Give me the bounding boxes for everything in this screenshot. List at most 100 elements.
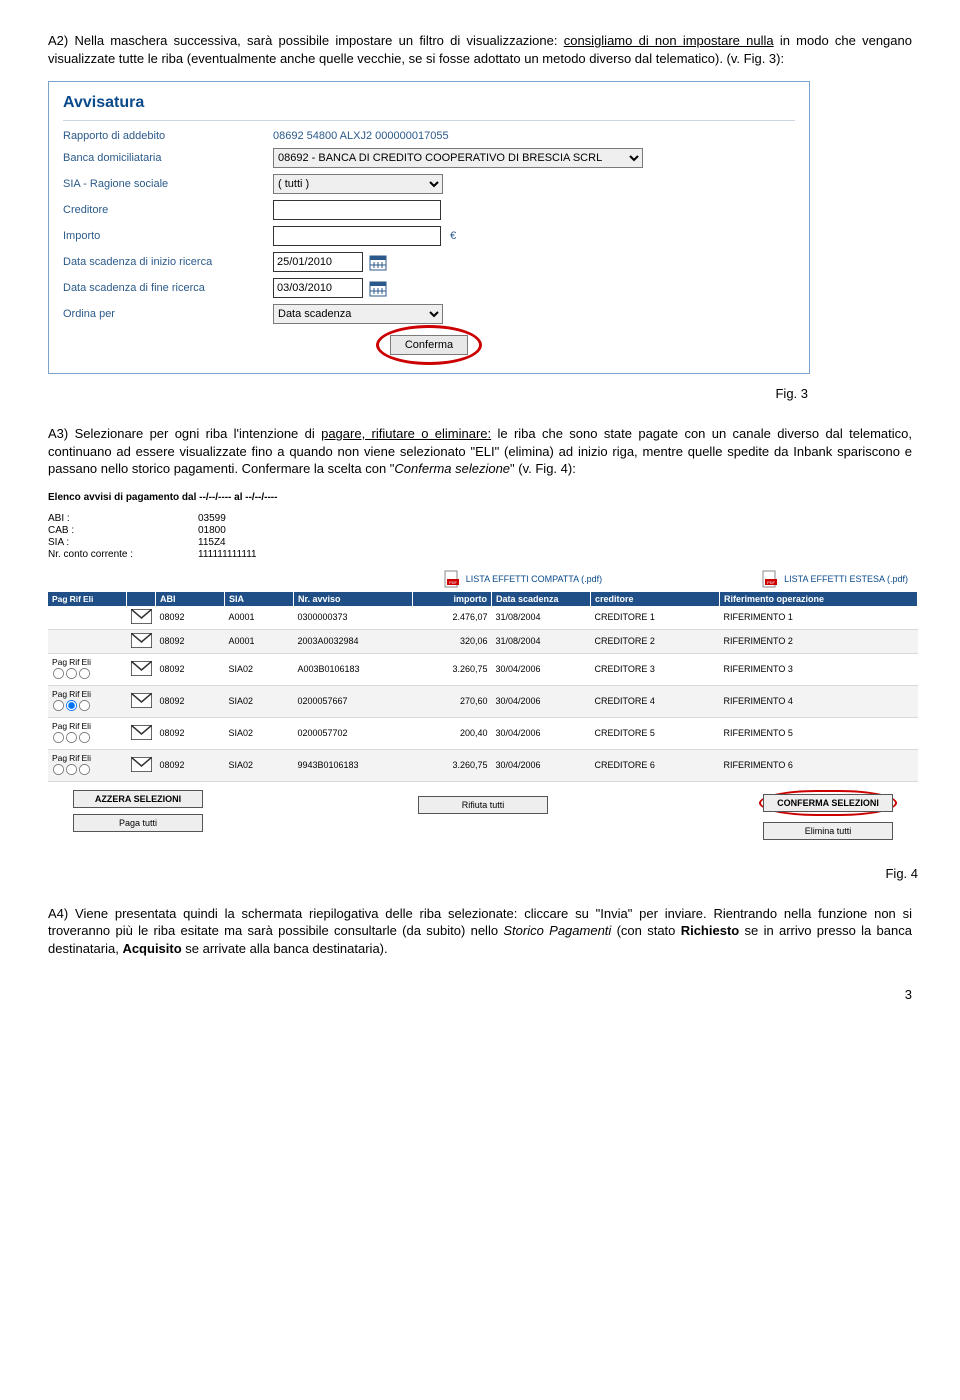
radio-rif[interactable]: [66, 700, 77, 711]
pdf-link-extended[interactable]: PDF LISTA EFFETTI ESTESA (.pdf): [762, 570, 908, 588]
col-cred: creditore: [591, 592, 720, 606]
label-ordina: Ordina per: [63, 308, 273, 320]
label: SIA :: [48, 537, 198, 548]
cell-rif: RIFERIMENTO 1: [720, 606, 918, 630]
cell-cred: CREDITORE 4: [591, 685, 720, 717]
radio-pag[interactable]: [53, 732, 64, 743]
radio-pag[interactable]: [53, 700, 64, 711]
envelope-icon: [131, 640, 152, 650]
cell-rif: RIFERIMENTO 5: [720, 717, 918, 749]
cell-rif: RIFERIMENTO 2: [720, 629, 918, 653]
envelope-icon: [131, 700, 152, 710]
label-data-fine: Data scadenza di fine ricerca: [63, 282, 273, 294]
input-creditore[interactable]: [273, 200, 441, 220]
cell-sia: SIA02: [225, 749, 294, 781]
cell-cred: CREDITORE 5: [591, 717, 720, 749]
cell-abi: 08092: [156, 653, 225, 685]
pdf-icon: PDF: [762, 570, 778, 588]
radio-pag[interactable]: [53, 668, 64, 679]
rifiuta-tutti-button[interactable]: Rifiuta tutti: [418, 796, 548, 814]
azzera-selezioni-button[interactable]: AZZERA SELEZIONI: [73, 790, 203, 808]
col-sia: SIA: [225, 592, 294, 606]
input-data-inizio[interactable]: [273, 252, 363, 272]
paragraph-a2: A2) Nella maschera successiva, sarà poss…: [48, 32, 912, 67]
select-sia[interactable]: ( tutti ): [273, 174, 443, 194]
text: " (v. Fig. 4):: [510, 461, 576, 476]
radio-eli[interactable]: [79, 732, 90, 743]
page-number: 3: [48, 987, 912, 1002]
calendar-icon[interactable]: [369, 279, 387, 297]
text: se arrivate alla banca destinataria).: [182, 941, 388, 956]
cell-abi: 08092: [156, 606, 225, 630]
cell-imp: 3.260,75: [413, 749, 492, 781]
col-abi: ABI: [156, 592, 225, 606]
col-importo: importo: [413, 592, 492, 606]
label-creditore: Creditore: [63, 204, 273, 216]
cell-rif: RIFERIMENTO 6: [720, 749, 918, 781]
input-importo[interactable]: [273, 226, 441, 246]
elimina-tutti-button[interactable]: Elimina tutti: [763, 822, 893, 840]
cell-scad: 30/04/2006: [492, 717, 591, 749]
cell-imp: 320,06: [413, 629, 492, 653]
cell-scad: 30/04/2006: [492, 685, 591, 717]
figure-riba-list: Elenco avvisi di pagamento dal --/--/---…: [48, 492, 918, 840]
col-nr: Nr. avviso: [294, 592, 413, 606]
value-rapporto: 08692 54800 ALXJ2 000000017055: [273, 130, 449, 142]
cell-cred: CREDITORE 2: [591, 629, 720, 653]
figure-avvisatura-panel: Avvisatura Rapporto di addebito 08692 54…: [48, 81, 810, 374]
radio-labels: PagRifEli: [52, 753, 123, 763]
riba-table: Pag Rif Eli ABI SIA Nr. avviso importo D…: [48, 592, 918, 782]
radio-pag[interactable]: [53, 764, 64, 775]
input-data-fine[interactable]: [273, 278, 363, 298]
cell-imp: 3.260,75: [413, 653, 492, 685]
radio-rif[interactable]: [66, 732, 77, 743]
label: CAB :: [48, 525, 198, 536]
radio-labels: PagRifEli: [52, 657, 123, 667]
svg-text:PDF: PDF: [449, 580, 458, 585]
paga-tutti-button[interactable]: Paga tutti: [73, 814, 203, 832]
label: Nr. conto corrente :: [48, 549, 198, 560]
cell-abi: 08092: [156, 717, 225, 749]
table-row: PagRifEli08092SIA020200057702200,4030/04…: [48, 717, 918, 749]
value: 111111111111: [198, 549, 257, 560]
text: A2) Nella maschera successiva, sarà poss…: [48, 33, 564, 48]
conferma-button[interactable]: Conferma: [390, 335, 468, 355]
panel-title: Avvisatura: [63, 94, 795, 112]
col-rif: Riferimento operazione: [720, 592, 918, 606]
pdf-label: LISTA EFFETTI ESTESA (.pdf): [784, 574, 908, 584]
label-data-inizio: Data scadenza di inizio ricerca: [63, 256, 273, 268]
figure-caption: Fig. 3: [48, 386, 808, 401]
pdf-link-compact[interactable]: PDF LISTA EFFETTI COMPATTA (.pdf): [444, 570, 602, 588]
radio-rif[interactable]: [66, 764, 77, 775]
select-ordina[interactable]: Data scadenza: [273, 304, 443, 324]
cell-scad: 31/08/2004: [492, 606, 591, 630]
text-underlined: consigliamo di non impostare nulla: [564, 33, 774, 48]
calendar-icon[interactable]: [369, 253, 387, 271]
cell-abi: 08092: [156, 685, 225, 717]
cell-imp: 200,40: [413, 717, 492, 749]
cell-cred: CREDITORE 1: [591, 606, 720, 630]
paragraph-a3: A3) Selezionare per ogni riba l'intenzio…: [48, 425, 912, 478]
table-row: PagRifEli08092SIA02A003B01061833.260,753…: [48, 653, 918, 685]
cell-abi: 08092: [156, 749, 225, 781]
text-italic: Conferma selezione: [394, 461, 510, 476]
col-scad: Data scadenza: [492, 592, 591, 606]
radio-labels: PagRifEli: [52, 721, 123, 731]
select-banca[interactable]: 08692 - BANCA DI CREDITO COOPERATIVO DI …: [273, 148, 643, 168]
radio-eli[interactable]: [79, 700, 90, 711]
cell-sia: SIA02: [225, 685, 294, 717]
cell-nr: A003B0106183: [294, 653, 413, 685]
radio-eli[interactable]: [79, 668, 90, 679]
euro-symbol: €: [450, 230, 456, 242]
conferma-selezioni-button[interactable]: CONFERMA SELEZIONI: [763, 794, 893, 812]
radio-rif[interactable]: [66, 668, 77, 679]
envelope-icon: [131, 616, 152, 626]
account-codes: ABI :03599 CAB :01800 SIA :115Z4 Nr. con…: [48, 513, 918, 560]
table-row: PagRifEli08092SIA029943B01061833.260,753…: [48, 749, 918, 781]
cell-cred: CREDITORE 6: [591, 749, 720, 781]
figure-caption: Fig. 4: [48, 866, 918, 881]
radio-eli[interactable]: [79, 764, 90, 775]
label-importo: Importo: [63, 230, 273, 242]
cell-nr: 2003A0032984: [294, 629, 413, 653]
value: 115Z4: [198, 537, 226, 548]
